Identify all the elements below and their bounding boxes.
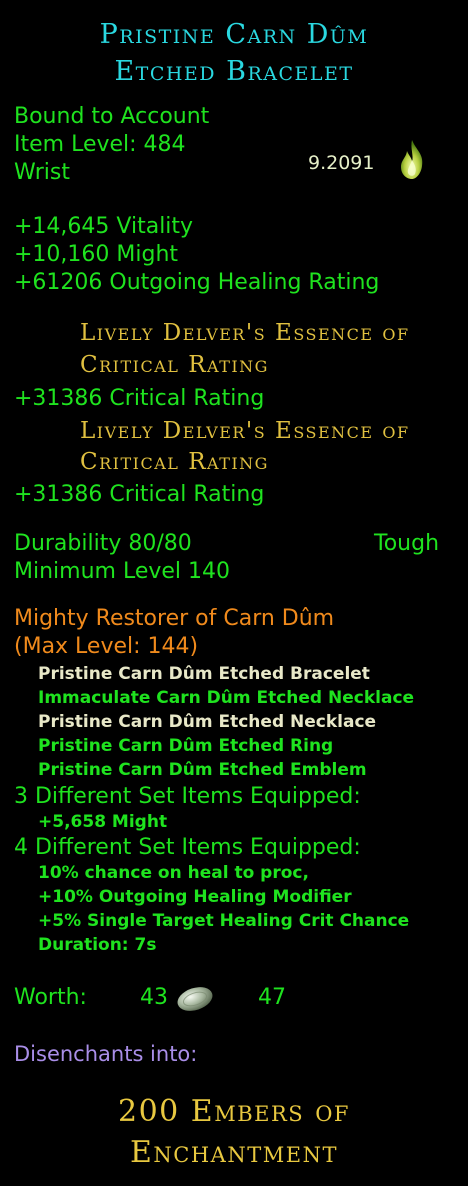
item-rating: 9.2091 xyxy=(308,152,375,174)
item-slot: Wrist xyxy=(14,160,71,185)
essence-name-line1: Lively Delver's Essence of xyxy=(80,418,410,444)
worth-label: Worth: xyxy=(14,985,87,1010)
disenchant-result-line1: 200 Embers of xyxy=(118,1094,350,1129)
set-bonus-header: 3 Different Set Items Equipped: xyxy=(14,784,361,809)
set-bonus-line: +5% Single Target Healing Crit Chance xyxy=(38,911,410,931)
stat-line: +10,160 Might xyxy=(14,242,179,267)
set-bonus-line: +10% Outgoing Healing Modifier xyxy=(38,887,352,907)
set-item: Pristine Carn Dûm Etched Emblem xyxy=(38,760,367,780)
binding-text: Bound to Account xyxy=(14,104,210,129)
worth-silver: 43 xyxy=(140,985,168,1010)
set-item: Pristine Carn Dûm Etched Bracelet xyxy=(38,664,370,684)
disenchant-result-line2: Enchantment xyxy=(130,1135,338,1170)
essence-name-line2: Critical Rating xyxy=(80,449,269,475)
durability-type: Tough xyxy=(374,531,440,556)
set-bonus-line: +5,658 Might xyxy=(38,812,168,832)
set-name: Mighty Restorer of Carn Dûm xyxy=(14,606,335,631)
essence-bonus: +31386 Critical Rating xyxy=(14,482,265,507)
worth-copper: 47 xyxy=(258,985,286,1010)
set-bonus-header: 4 Different Set Items Equipped: xyxy=(14,835,361,860)
silver-coin-icon xyxy=(174,984,216,1014)
set-bonus-line: 10% chance on heal to proc, xyxy=(38,863,309,883)
essence-bonus: +31386 Critical Rating xyxy=(14,386,265,411)
set-max-level: (Max Level: 144) xyxy=(14,634,199,659)
durability-text: Durability 80/80 xyxy=(14,531,192,556)
item-name-line1: Pristine Carn Dûm xyxy=(99,19,369,50)
set-item: Pristine Carn Dûm Etched Ring xyxy=(38,736,334,756)
set-bonus-line: Duration: 7s xyxy=(38,935,157,955)
stat-line: +61206 Outgoing Healing Rating xyxy=(14,270,380,295)
set-item: Pristine Carn Dûm Etched Necklace xyxy=(38,712,377,732)
stat-line: +14,645 Vitality xyxy=(14,214,194,239)
item-level: Item Level: 484 xyxy=(14,132,186,157)
essence-name-line1: Lively Delver's Essence of xyxy=(80,320,410,346)
essence-name-line2: Critical Rating xyxy=(80,352,269,378)
item-name-line2: Etched Bracelet xyxy=(114,56,354,87)
disenchant-label: Disenchants into: xyxy=(14,1042,198,1066)
flame-icon xyxy=(394,138,430,182)
minimum-level: Minimum Level 140 xyxy=(14,559,231,584)
set-item: Immaculate Carn Dûm Etched Necklace xyxy=(38,688,415,708)
